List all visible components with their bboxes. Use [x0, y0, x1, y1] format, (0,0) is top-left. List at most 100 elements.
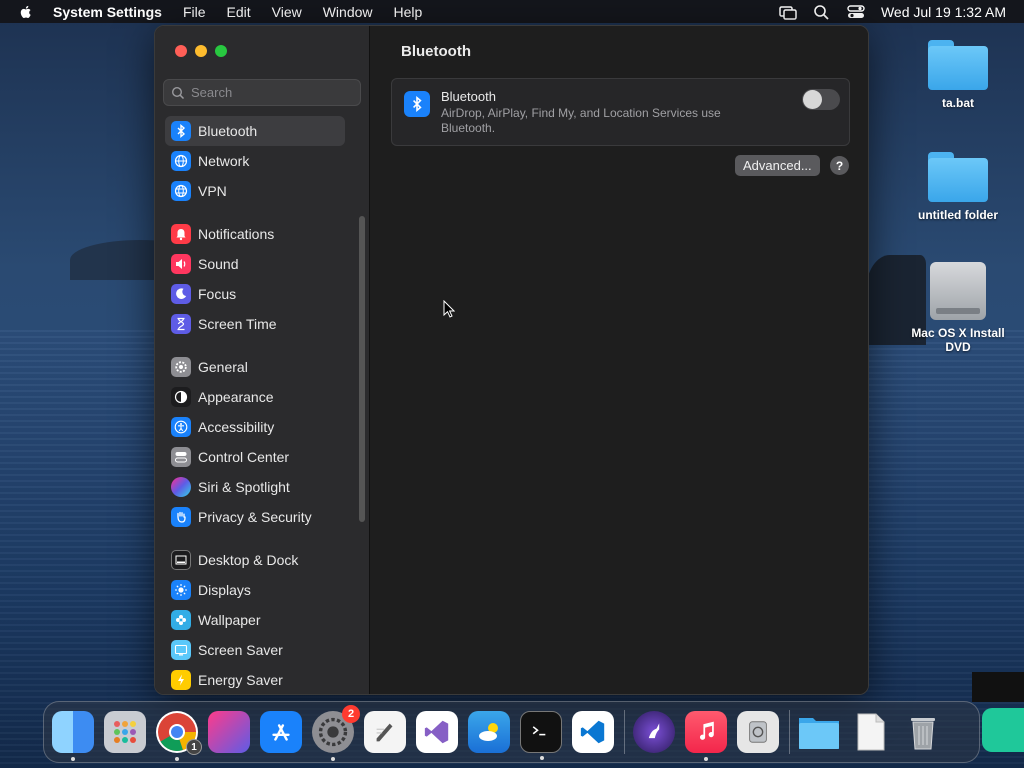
content-pane: Bluetooth Bluetooth AirDrop, AirPlay, Fi…: [371, 26, 868, 694]
dock-unicorn-app-icon[interactable]: [633, 711, 675, 753]
sidebar-item-privacy-security[interactable]: Privacy & Security: [155, 502, 355, 532]
menu-file[interactable]: File: [183, 4, 206, 20]
sidebar-item-label: Bluetooth: [198, 123, 258, 139]
sidebar-item-label: Screen Time: [198, 316, 277, 332]
window-controls: [175, 45, 235, 57]
menu-clock[interactable]: Wed Jul 19 1:32 AM: [881, 4, 1006, 20]
sidebar-scrollbar[interactable]: [359, 216, 365, 522]
sidebar-item-label: Screen Saver: [198, 642, 283, 658]
screen-mirroring-icon[interactable]: [779, 4, 797, 20]
dock-shortcuts-icon[interactable]: [208, 711, 250, 753]
close-button[interactable]: [175, 45, 187, 57]
bluetooth-settings-card: Bluetooth AirDrop, AirPlay, Find My, and…: [391, 78, 850, 146]
chrome-badge: 1: [186, 739, 202, 755]
siri-icon: [171, 477, 191, 497]
desktop-icon-untitled-folder[interactable]: untitled folder: [903, 152, 1013, 222]
sidebar-item-energy-saver[interactable]: Energy Saver: [155, 665, 355, 694]
sidebar-item-screen-saver[interactable]: Screen Saver: [155, 635, 355, 665]
desktop-icon-ta-bat[interactable]: ta.bat: [903, 40, 1013, 110]
menu-extras: Wed Jul 19 1:32 AM: [779, 0, 1024, 23]
settings-badge: 2: [342, 705, 360, 723]
dock-separator: [624, 710, 625, 754]
hourglass-icon: [171, 314, 191, 334]
dock-rtf-document-icon[interactable]: [850, 711, 892, 753]
sidebar-item-label: Wallpaper: [198, 612, 261, 628]
sun-icon: [171, 580, 191, 600]
advanced-button[interactable]: Advanced...: [735, 155, 820, 176]
help-button[interactable]: ?: [830, 156, 849, 175]
sidebar-item-general[interactable]: General: [155, 352, 355, 382]
sidebar-item-accessibility[interactable]: Accessibility: [155, 412, 355, 442]
sidebar-item-screen-time[interactable]: Screen Time: [155, 309, 355, 339]
minimize-button[interactable]: [195, 45, 207, 57]
sidebar-item-notifications[interactable]: Notifications: [155, 219, 355, 249]
desktop-icon-label: Mac OS X Install DVD: [911, 326, 1005, 354]
page-title: Bluetooth: [401, 43, 471, 60]
dock-downloads-folder-icon[interactable]: [798, 711, 840, 753]
toggle-knob: [803, 90, 822, 109]
sidebar-item-focus[interactable]: Focus: [155, 279, 355, 309]
dock-disk-utility-icon[interactable]: [737, 711, 779, 753]
menu-edit[interactable]: Edit: [227, 4, 251, 20]
sidebar-item-displays[interactable]: Displays: [155, 575, 355, 605]
sidebar-item-siri-spotlight[interactable]: Siri & Spotlight: [155, 472, 355, 502]
sidebar-item-label: Displays: [198, 582, 251, 598]
sidebar-item-label: General: [198, 359, 248, 375]
sidebar-item-control-center[interactable]: Control Center: [155, 442, 355, 472]
dock-separator: [789, 710, 790, 754]
sidebar-item-label: Appearance: [198, 389, 274, 405]
partially-visible-app-icon[interactable]: [982, 708, 1024, 752]
sidebar-item-desktop-dock[interactable]: Desktop & Dock: [155, 545, 355, 575]
accessibility-icon: [171, 417, 191, 437]
menu-window[interactable]: Window: [323, 4, 373, 20]
sidebar-divider: [155, 339, 355, 352]
sidebar-item-network[interactable]: Network: [155, 146, 355, 176]
sidebar-item-label: Desktop & Dock: [198, 552, 299, 568]
hand-icon: [171, 507, 191, 527]
sidebar-item-label: Siri & Spotlight: [198, 479, 290, 495]
bluetooth-icon: [404, 91, 430, 117]
sidebar-divider: [155, 532, 355, 545]
dock-finder-icon[interactable]: [52, 711, 94, 761]
control-center-icon: [171, 447, 191, 467]
system-settings-window: Bluetooth Network VPN Notifications Soun…: [154, 25, 869, 695]
sidebar-item-vpn[interactable]: VPN: [155, 176, 355, 206]
dock-weather-icon[interactable]: [468, 711, 510, 753]
menu-app-name[interactable]: System Settings: [53, 4, 162, 20]
bluetooth-icon: [171, 121, 191, 141]
bluetooth-toggle[interactable]: [802, 89, 840, 110]
dock-vscode-icon[interactable]: [572, 711, 614, 753]
zoom-button[interactable]: [215, 45, 227, 57]
sidebar-item-bluetooth[interactable]: Bluetooth: [165, 116, 345, 146]
bell-icon: [171, 224, 191, 244]
dock-chrome-icon[interactable]: 1: [156, 711, 202, 761]
sidebar-item-label: Privacy & Security: [198, 509, 312, 525]
sidebar-item-sound[interactable]: Sound: [155, 249, 355, 279]
dock-system-settings-icon[interactable]: 2: [312, 705, 360, 761]
dock-music-icon[interactable]: [685, 711, 727, 761]
menu-view[interactable]: View: [272, 4, 302, 20]
sidebar-item-appearance[interactable]: Appearance: [155, 382, 355, 412]
search-input[interactable]: [191, 85, 351, 100]
dock-trash-icon[interactable]: [902, 711, 944, 753]
desktop-icon-install-dvd[interactable]: Mac OS X Install DVD: [903, 262, 1013, 354]
dock-app-store-icon[interactable]: [260, 711, 302, 753]
dock-launchpad-icon[interactable]: [104, 711, 146, 753]
menu-help[interactable]: Help: [394, 4, 423, 20]
control-center-menu-icon[interactable]: [847, 4, 865, 20]
appearance-icon: [171, 387, 191, 407]
sidebar-item-wallpaper[interactable]: Wallpaper: [155, 605, 355, 635]
dock-textedit-icon[interactable]: [364, 711, 406, 753]
bluetooth-card-description: AirDrop, AirPlay, Find My, and Location …: [441, 106, 721, 135]
dock-icon: [171, 550, 191, 570]
sidebar-item-label: Network: [198, 153, 250, 169]
search-field[interactable]: [163, 79, 361, 106]
spotlight-search-icon[interactable]: [813, 4, 831, 20]
desktop-icon-label: ta.bat: [941, 96, 974, 110]
dock-terminal-icon[interactable]: [520, 711, 562, 760]
sidebar-item-label: Accessibility: [198, 419, 275, 435]
dock-visual-studio-icon[interactable]: [416, 711, 458, 753]
folder-icon: [928, 40, 988, 90]
apple-icon[interactable]: [18, 4, 34, 20]
folder-icon: [928, 152, 988, 202]
